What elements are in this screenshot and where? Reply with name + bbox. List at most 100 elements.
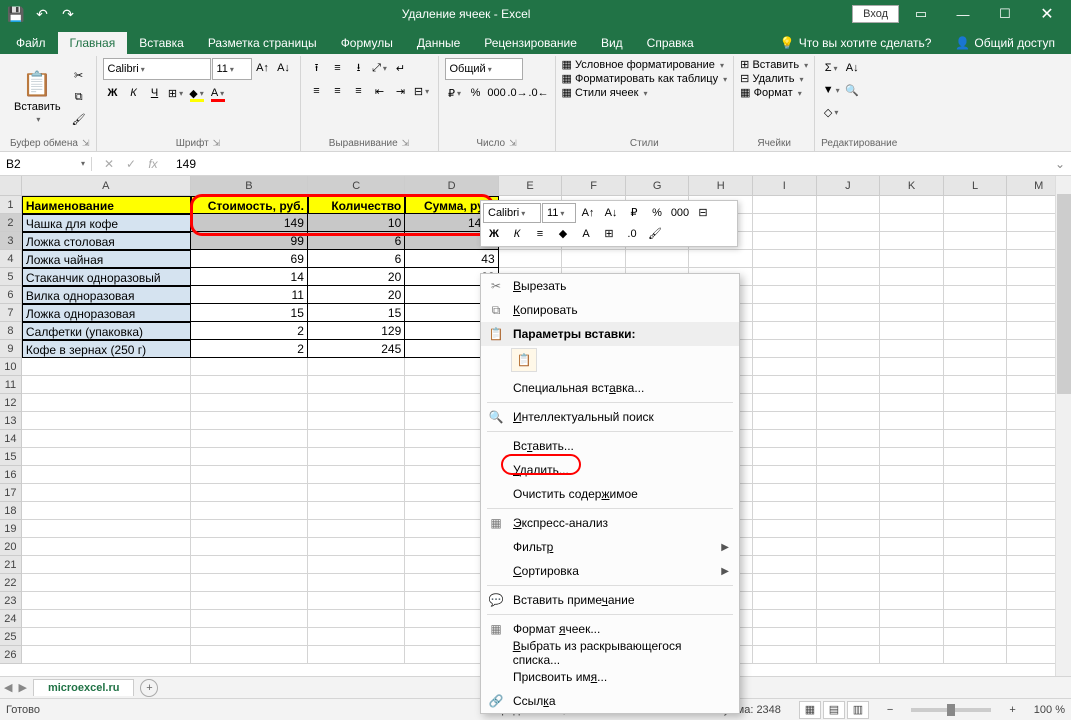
cell[interactable] xyxy=(753,214,817,232)
cell[interactable] xyxy=(191,448,308,466)
cell[interactable] xyxy=(753,538,817,556)
menu-delete[interactable]: Удалить... xyxy=(481,458,739,482)
decrease-decimals-icon[interactable]: .0← xyxy=(529,83,549,103)
cell[interactable] xyxy=(191,502,308,520)
cell[interactable] xyxy=(191,628,308,646)
tab-home[interactable]: Главная xyxy=(58,32,128,54)
column-header[interactable]: H xyxy=(689,176,753,196)
row-header[interactable]: 26 xyxy=(0,646,22,664)
cell[interactable] xyxy=(191,538,308,556)
cell[interactable] xyxy=(880,646,944,664)
cell[interactable]: Стаканчик одноразовый xyxy=(22,268,191,286)
cell[interactable] xyxy=(817,430,881,448)
cell[interactable] xyxy=(880,304,944,322)
cell[interactable]: Наименование xyxy=(22,196,191,214)
cell[interactable] xyxy=(753,466,817,484)
mini-fill-color-icon[interactable]: ◆ xyxy=(552,224,574,244)
cell[interactable]: Кофе в зернах (250 г) xyxy=(22,340,191,358)
cell[interactable] xyxy=(817,232,881,250)
conditional-formatting-button[interactable]: ▦ Условное форматирование ▾ xyxy=(562,58,728,71)
save-icon[interactable]: 💾 xyxy=(4,2,28,26)
add-sheet-icon[interactable]: + xyxy=(140,679,158,697)
cell[interactable] xyxy=(308,610,405,628)
cell[interactable]: 43 xyxy=(405,250,498,268)
cell[interactable]: Ложка столовая xyxy=(22,232,191,250)
cell[interactable] xyxy=(22,394,191,412)
menu-cut[interactable]: ✂Вырезать xyxy=(481,274,739,298)
cell[interactable] xyxy=(817,610,881,628)
zoom-level[interactable]: 100 % xyxy=(1034,704,1065,716)
cell[interactable] xyxy=(753,250,817,268)
tab-layout[interactable]: Разметка страницы xyxy=(196,32,329,54)
cell[interactable] xyxy=(880,268,944,286)
cell[interactable] xyxy=(753,448,817,466)
cell[interactable] xyxy=(753,646,817,664)
mini-italic-icon[interactable]: К xyxy=(506,224,528,244)
cell[interactable] xyxy=(753,322,817,340)
cell[interactable] xyxy=(817,340,881,358)
cell[interactable] xyxy=(880,340,944,358)
cell[interactable] xyxy=(22,592,191,610)
cell[interactable] xyxy=(944,268,1008,286)
bold-button[interactable]: Ж xyxy=(103,83,123,103)
cell[interactable] xyxy=(817,394,881,412)
cell[interactable] xyxy=(753,412,817,430)
row-header[interactable]: 3 xyxy=(0,232,22,250)
cell[interactable] xyxy=(944,376,1008,394)
tab-file[interactable]: Файл xyxy=(4,32,58,54)
cell[interactable] xyxy=(22,466,191,484)
cell[interactable] xyxy=(753,574,817,592)
cell[interactable] xyxy=(817,556,881,574)
menu-comment[interactable]: 💬Вставить примечание xyxy=(481,588,739,612)
cancel-formula-icon[interactable]: ✕ xyxy=(100,157,118,171)
cell[interactable] xyxy=(944,394,1008,412)
cell[interactable] xyxy=(191,394,308,412)
cell[interactable] xyxy=(817,646,881,664)
cell[interactable] xyxy=(817,466,881,484)
column-header[interactable]: F xyxy=(562,176,626,196)
cell[interactable]: 20 xyxy=(308,268,405,286)
cell[interactable] xyxy=(880,520,944,538)
cell[interactable] xyxy=(817,484,881,502)
find-icon[interactable]: 🔍 xyxy=(842,80,862,100)
cell[interactable]: 10 xyxy=(308,214,405,232)
insert-cells-button[interactable]: ⊞ Вставить ▾ xyxy=(740,58,808,71)
cell[interactable] xyxy=(308,412,405,430)
cell[interactable] xyxy=(191,592,308,610)
cell[interactable] xyxy=(308,592,405,610)
cell[interactable] xyxy=(944,556,1008,574)
cell[interactable] xyxy=(753,520,817,538)
cell[interactable] xyxy=(753,358,817,376)
cell[interactable] xyxy=(308,628,405,646)
cell[interactable] xyxy=(817,520,881,538)
mini-font-select[interactable]: Calibri▾ xyxy=(483,203,541,223)
cell[interactable] xyxy=(944,430,1008,448)
cell[interactable] xyxy=(880,376,944,394)
cell[interactable] xyxy=(753,610,817,628)
cell[interactable] xyxy=(817,322,881,340)
cell[interactable] xyxy=(308,376,405,394)
column-header[interactable]: D xyxy=(405,176,498,196)
cell[interactable] xyxy=(753,340,817,358)
menu-filter[interactable]: Фильтр▶ xyxy=(481,535,739,559)
cell[interactable] xyxy=(22,556,191,574)
cell[interactable]: 2 xyxy=(191,322,308,340)
column-header[interactable]: A xyxy=(22,176,191,196)
cell[interactable] xyxy=(944,466,1008,484)
cell[interactable]: 14 xyxy=(191,268,308,286)
increase-font-icon[interactable]: A↑ xyxy=(253,58,273,78)
cell[interactable] xyxy=(944,304,1008,322)
cell[interactable] xyxy=(944,340,1008,358)
paste-button[interactable]: 📋Вставить▾ xyxy=(10,58,65,136)
font-color-icon[interactable]: A▾ xyxy=(208,83,228,103)
cell[interactable] xyxy=(753,556,817,574)
cell[interactable]: 245 xyxy=(308,340,405,358)
cell[interactable] xyxy=(191,610,308,628)
tab-data[interactable]: Данные xyxy=(405,32,472,54)
indent-increase-icon[interactable]: ⇥ xyxy=(391,81,411,101)
cell[interactable] xyxy=(753,502,817,520)
cell[interactable]: 6 xyxy=(308,232,405,250)
mini-decrease-font-icon[interactable]: A↓ xyxy=(600,203,622,223)
font-name-select[interactable]: Calibri▾ xyxy=(103,58,211,80)
cell[interactable] xyxy=(944,610,1008,628)
